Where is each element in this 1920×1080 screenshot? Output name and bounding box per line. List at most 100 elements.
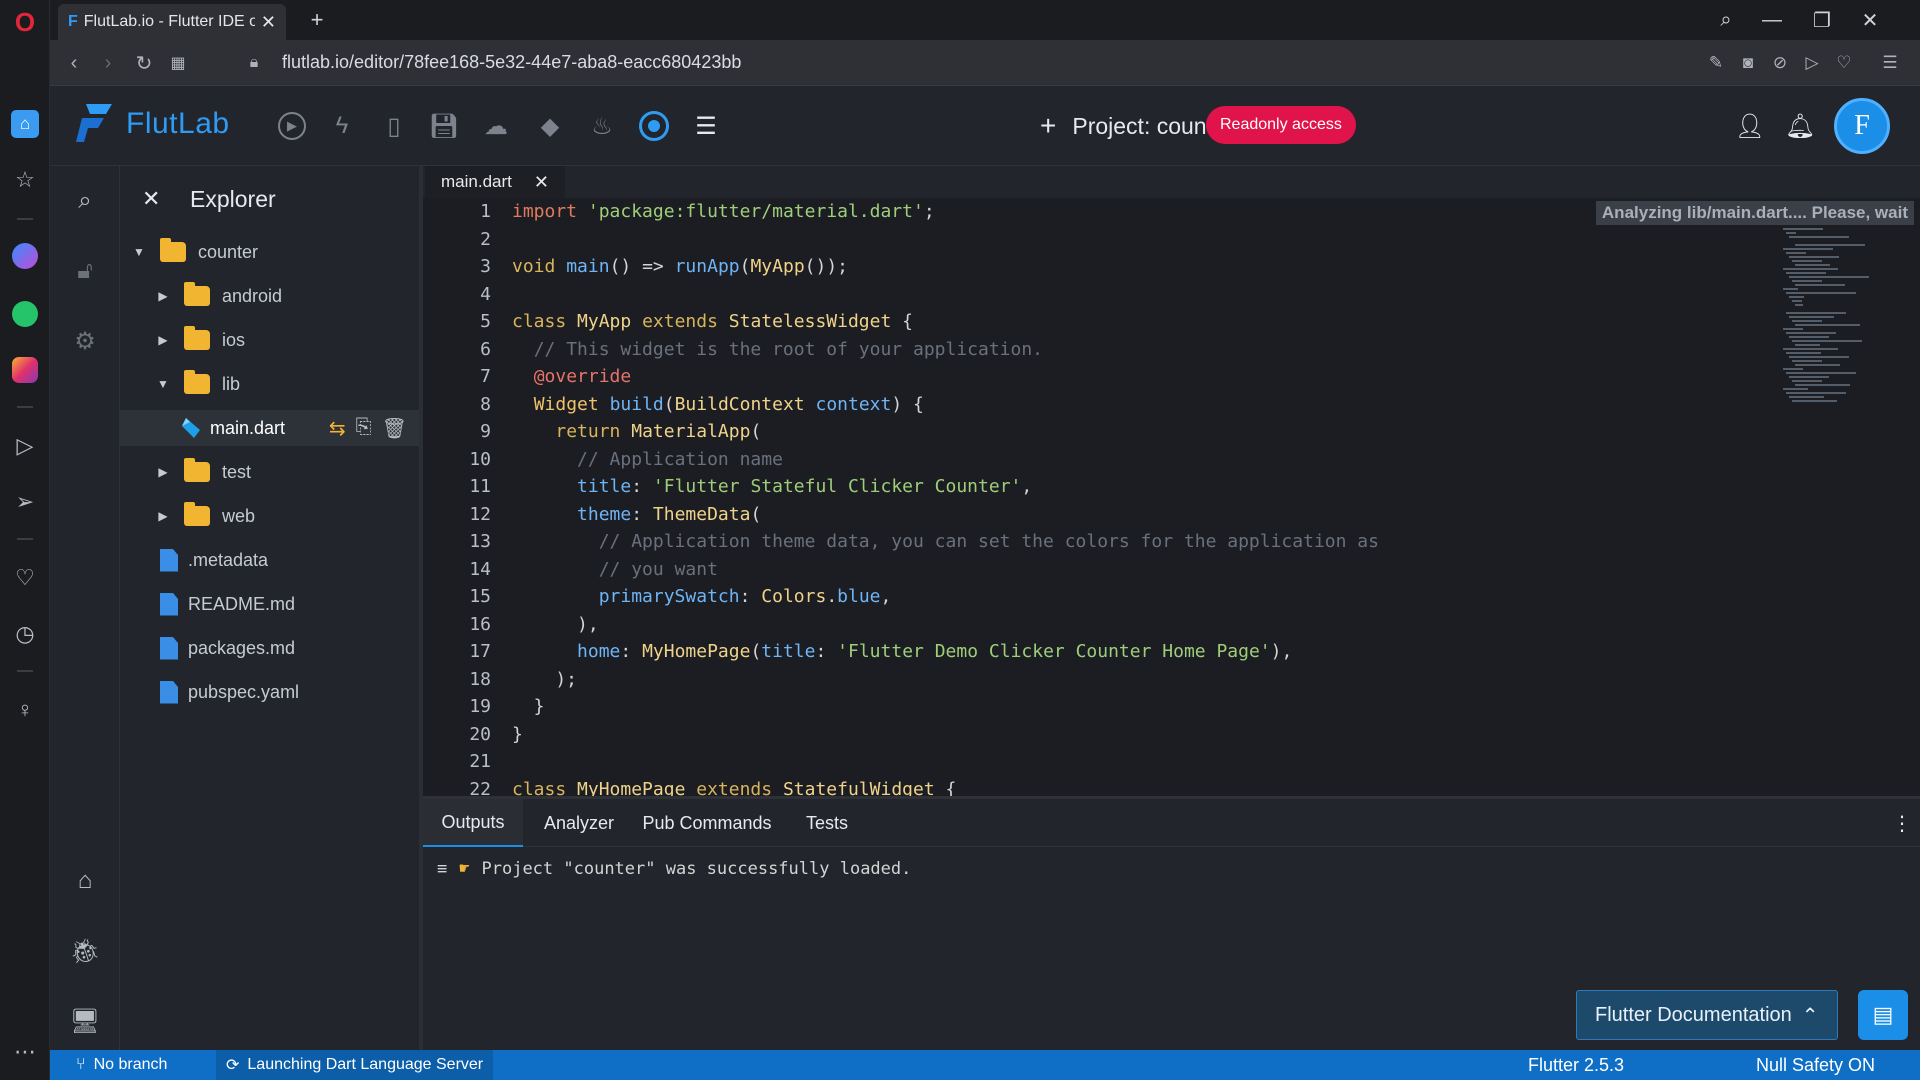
- back-button[interactable]: ‹: [58, 48, 90, 78]
- user-avatar[interactable]: F: [1834, 98, 1890, 154]
- minimize-button[interactable]: —: [1752, 6, 1792, 34]
- panel-more-icon[interactable]: ⋮: [1887, 799, 1917, 847]
- heart-icon[interactable]: ♡: [0, 558, 50, 598]
- code-line[interactable]: // Application name: [512, 446, 783, 474]
- git-icon[interactable]: ◆: [530, 106, 570, 146]
- code-line[interactable]: return MaterialApp(: [512, 418, 761, 446]
- code-line[interactable]: );: [512, 666, 577, 694]
- tabs-overview-icon[interactable]: ▦: [162, 48, 194, 78]
- collapse-explorer-icon[interactable]: ✕: [142, 186, 160, 212]
- tree-item-readme[interactable]: README.md: [120, 586, 419, 622]
- tab-tests[interactable]: Tests: [787, 799, 867, 847]
- tree-item-web[interactable]: ▶ web: [120, 498, 419, 534]
- code-line[interactable]: // you want: [512, 556, 718, 584]
- tab-outputs[interactable]: Outputs: [423, 799, 523, 847]
- tree-item-android[interactable]: ▶ android: [120, 278, 419, 314]
- tree-item-lib[interactable]: ▼ lib: [120, 366, 419, 402]
- code-line[interactable]: home: MyHomePage(title: 'Flutter Demo Cl…: [512, 638, 1292, 666]
- cloud-download-icon[interactable]: ☁: [476, 106, 516, 146]
- editor-tab-main-dart[interactable]: main.dart ✕: [425, 166, 565, 198]
- camera-icon[interactable]: ◙: [1734, 50, 1762, 76]
- add-to-favorites-icon[interactable]: ♡: [1830, 50, 1858, 76]
- hot-reload-icon[interactable]: ϟ: [322, 106, 362, 146]
- adblock-icon[interactable]: ⊘: [1766, 50, 1794, 76]
- opera-logo-icon[interactable]: O: [0, 2, 50, 42]
- tree-item-main-dart[interactable]: main.dart ⇆ ⎘ 🗑︎: [120, 410, 419, 446]
- project-title[interactable]: + Project: counter: [1040, 110, 1233, 142]
- lock-open-icon[interactable]: 🔓︎: [50, 246, 120, 296]
- firebase-icon[interactable]: ♨: [582, 106, 622, 146]
- code-line[interactable]: Widget build(BuildContext context) {: [512, 391, 924, 419]
- code-minimap[interactable]: [1783, 228, 1893, 408]
- code-line[interactable]: import 'package:flutter/material.dart';: [512, 198, 935, 226]
- close-window-button[interactable]: ✕: [1850, 6, 1890, 34]
- chat-button[interactable]: ▤: [1858, 990, 1908, 1040]
- code-line[interactable]: class MyApp extends StatelessWidget {: [512, 308, 913, 336]
- flutlab-logo[interactable]: FlutLab: [72, 102, 230, 146]
- code-line[interactable]: ),: [512, 611, 599, 639]
- target-icon[interactable]: [634, 106, 674, 146]
- tree-item-counter[interactable]: ▼ counter: [120, 234, 419, 270]
- settings-gear-icon[interactable]: ⚙: [50, 316, 120, 366]
- send-page-icon[interactable]: ▷: [1798, 50, 1826, 76]
- branch-status[interactable]: ⑂ No branch: [76, 1050, 167, 1080]
- messenger-icon[interactable]: [0, 236, 50, 276]
- notifications-icon[interactable]: 🔔︎: [1780, 106, 1820, 146]
- code-line[interactable]: @override: [512, 363, 632, 391]
- code-line[interactable]: primarySwatch: Colors.blue,: [512, 583, 892, 611]
- code-line[interactable]: title: 'Flutter Stateful Clicker Counter…: [512, 473, 1032, 501]
- bookmarks-icon[interactable]: ☆: [0, 160, 50, 200]
- tab-pub-commands[interactable]: Pub Commands: [637, 799, 777, 847]
- lightbulb-icon[interactable]: ♀: [0, 690, 50, 730]
- more-icon[interactable]: ⋯: [0, 1032, 50, 1072]
- reload-button[interactable]: ↻: [128, 48, 160, 78]
- snapshot-edit-icon[interactable]: ✎: [1702, 50, 1730, 76]
- add-project-icon[interactable]: +: [1040, 110, 1056, 142]
- save-icon[interactable]: 💾︎: [424, 106, 464, 146]
- whatsapp-icon[interactable]: [0, 294, 50, 334]
- instagram-icon[interactable]: [0, 350, 50, 390]
- close-editor-tab-icon[interactable]: ✕: [534, 172, 549, 193]
- home-panel-icon[interactable]: ⌂: [50, 856, 120, 906]
- code-line[interactable]: }: [512, 693, 545, 721]
- browser-tab[interactable]: F FlutLab.io - Flutter IDE online ✕: [58, 4, 286, 40]
- debug-bug-icon[interactable]: 🐞︎: [50, 926, 120, 976]
- new-tab-button[interactable]: +: [302, 6, 332, 34]
- code-line[interactable]: }: [512, 721, 523, 749]
- delete-icon[interactable]: 🗑︎: [382, 416, 407, 441]
- player-icon[interactable]: ▷: [0, 426, 50, 466]
- send-icon[interactable]: ➢: [0, 482, 50, 522]
- lock-icon[interactable]: 🔒︎: [238, 48, 270, 78]
- monitor-icon[interactable]: 🖥︎: [50, 996, 120, 1046]
- copy-file-icon[interactable]: ⎘: [356, 416, 372, 441]
- tree-item-pubspec[interactable]: pubspec.yaml: [120, 674, 419, 710]
- run-icon[interactable]: ▶: [272, 106, 312, 146]
- restore-button[interactable]: ❐: [1802, 6, 1842, 34]
- readonly-badge[interactable]: Readonly access: [1206, 106, 1356, 144]
- code-line[interactable]: // Application theme data, you can set t…: [512, 528, 1379, 556]
- close-tab-icon[interactable]: ✕: [261, 12, 276, 33]
- add-user-icon[interactable]: 👤︎: [1730, 106, 1770, 146]
- search-icon[interactable]: ⌕: [50, 176, 120, 226]
- flutter-version[interactable]: Flutter 2.5.3: [1528, 1050, 1624, 1080]
- code-line[interactable]: theme: ThemeData(: [512, 501, 761, 529]
- flutter-documentation-button[interactable]: Flutter Documentation ⌃: [1576, 990, 1838, 1040]
- forward-button[interactable]: ›: [92, 48, 124, 78]
- search-tabs-icon[interactable]: ⌕: [1706, 6, 1746, 34]
- tree-item-packages[interactable]: packages.md: [120, 630, 419, 666]
- tree-item-ios[interactable]: ▶ ios: [120, 322, 419, 358]
- home-icon[interactable]: ⌂: [0, 104, 50, 144]
- collapse-menu-icon[interactable]: ☰: [686, 106, 726, 146]
- code-line[interactable]: // This widget is the root of your appli…: [512, 336, 1043, 364]
- tree-item-metadata[interactable]: .metadata: [120, 542, 419, 578]
- null-safety-status[interactable]: Null Safety ON: [1756, 1050, 1875, 1080]
- code-editor[interactable]: 1 2 3 4 5 6 7 8 9 10 11 12 13 14 15 16 1…: [423, 198, 1920, 796]
- url-field[interactable]: flutlab.io/editor/78fee168-5e32-44e7-aba…: [282, 52, 741, 73]
- device-icon[interactable]: ▯: [374, 106, 414, 146]
- history-icon[interactable]: ◷: [0, 614, 50, 654]
- tab-analyzer[interactable]: Analyzer: [529, 799, 629, 847]
- code-line[interactable]: void main() => runApp(MyApp());: [512, 253, 848, 281]
- code-line[interactable]: class MyHomePage extends StatefulWidget …: [512, 776, 956, 797]
- easy-setup-icon[interactable]: ☰: [1876, 50, 1904, 76]
- rename-icon[interactable]: ⇆: [329, 416, 346, 441]
